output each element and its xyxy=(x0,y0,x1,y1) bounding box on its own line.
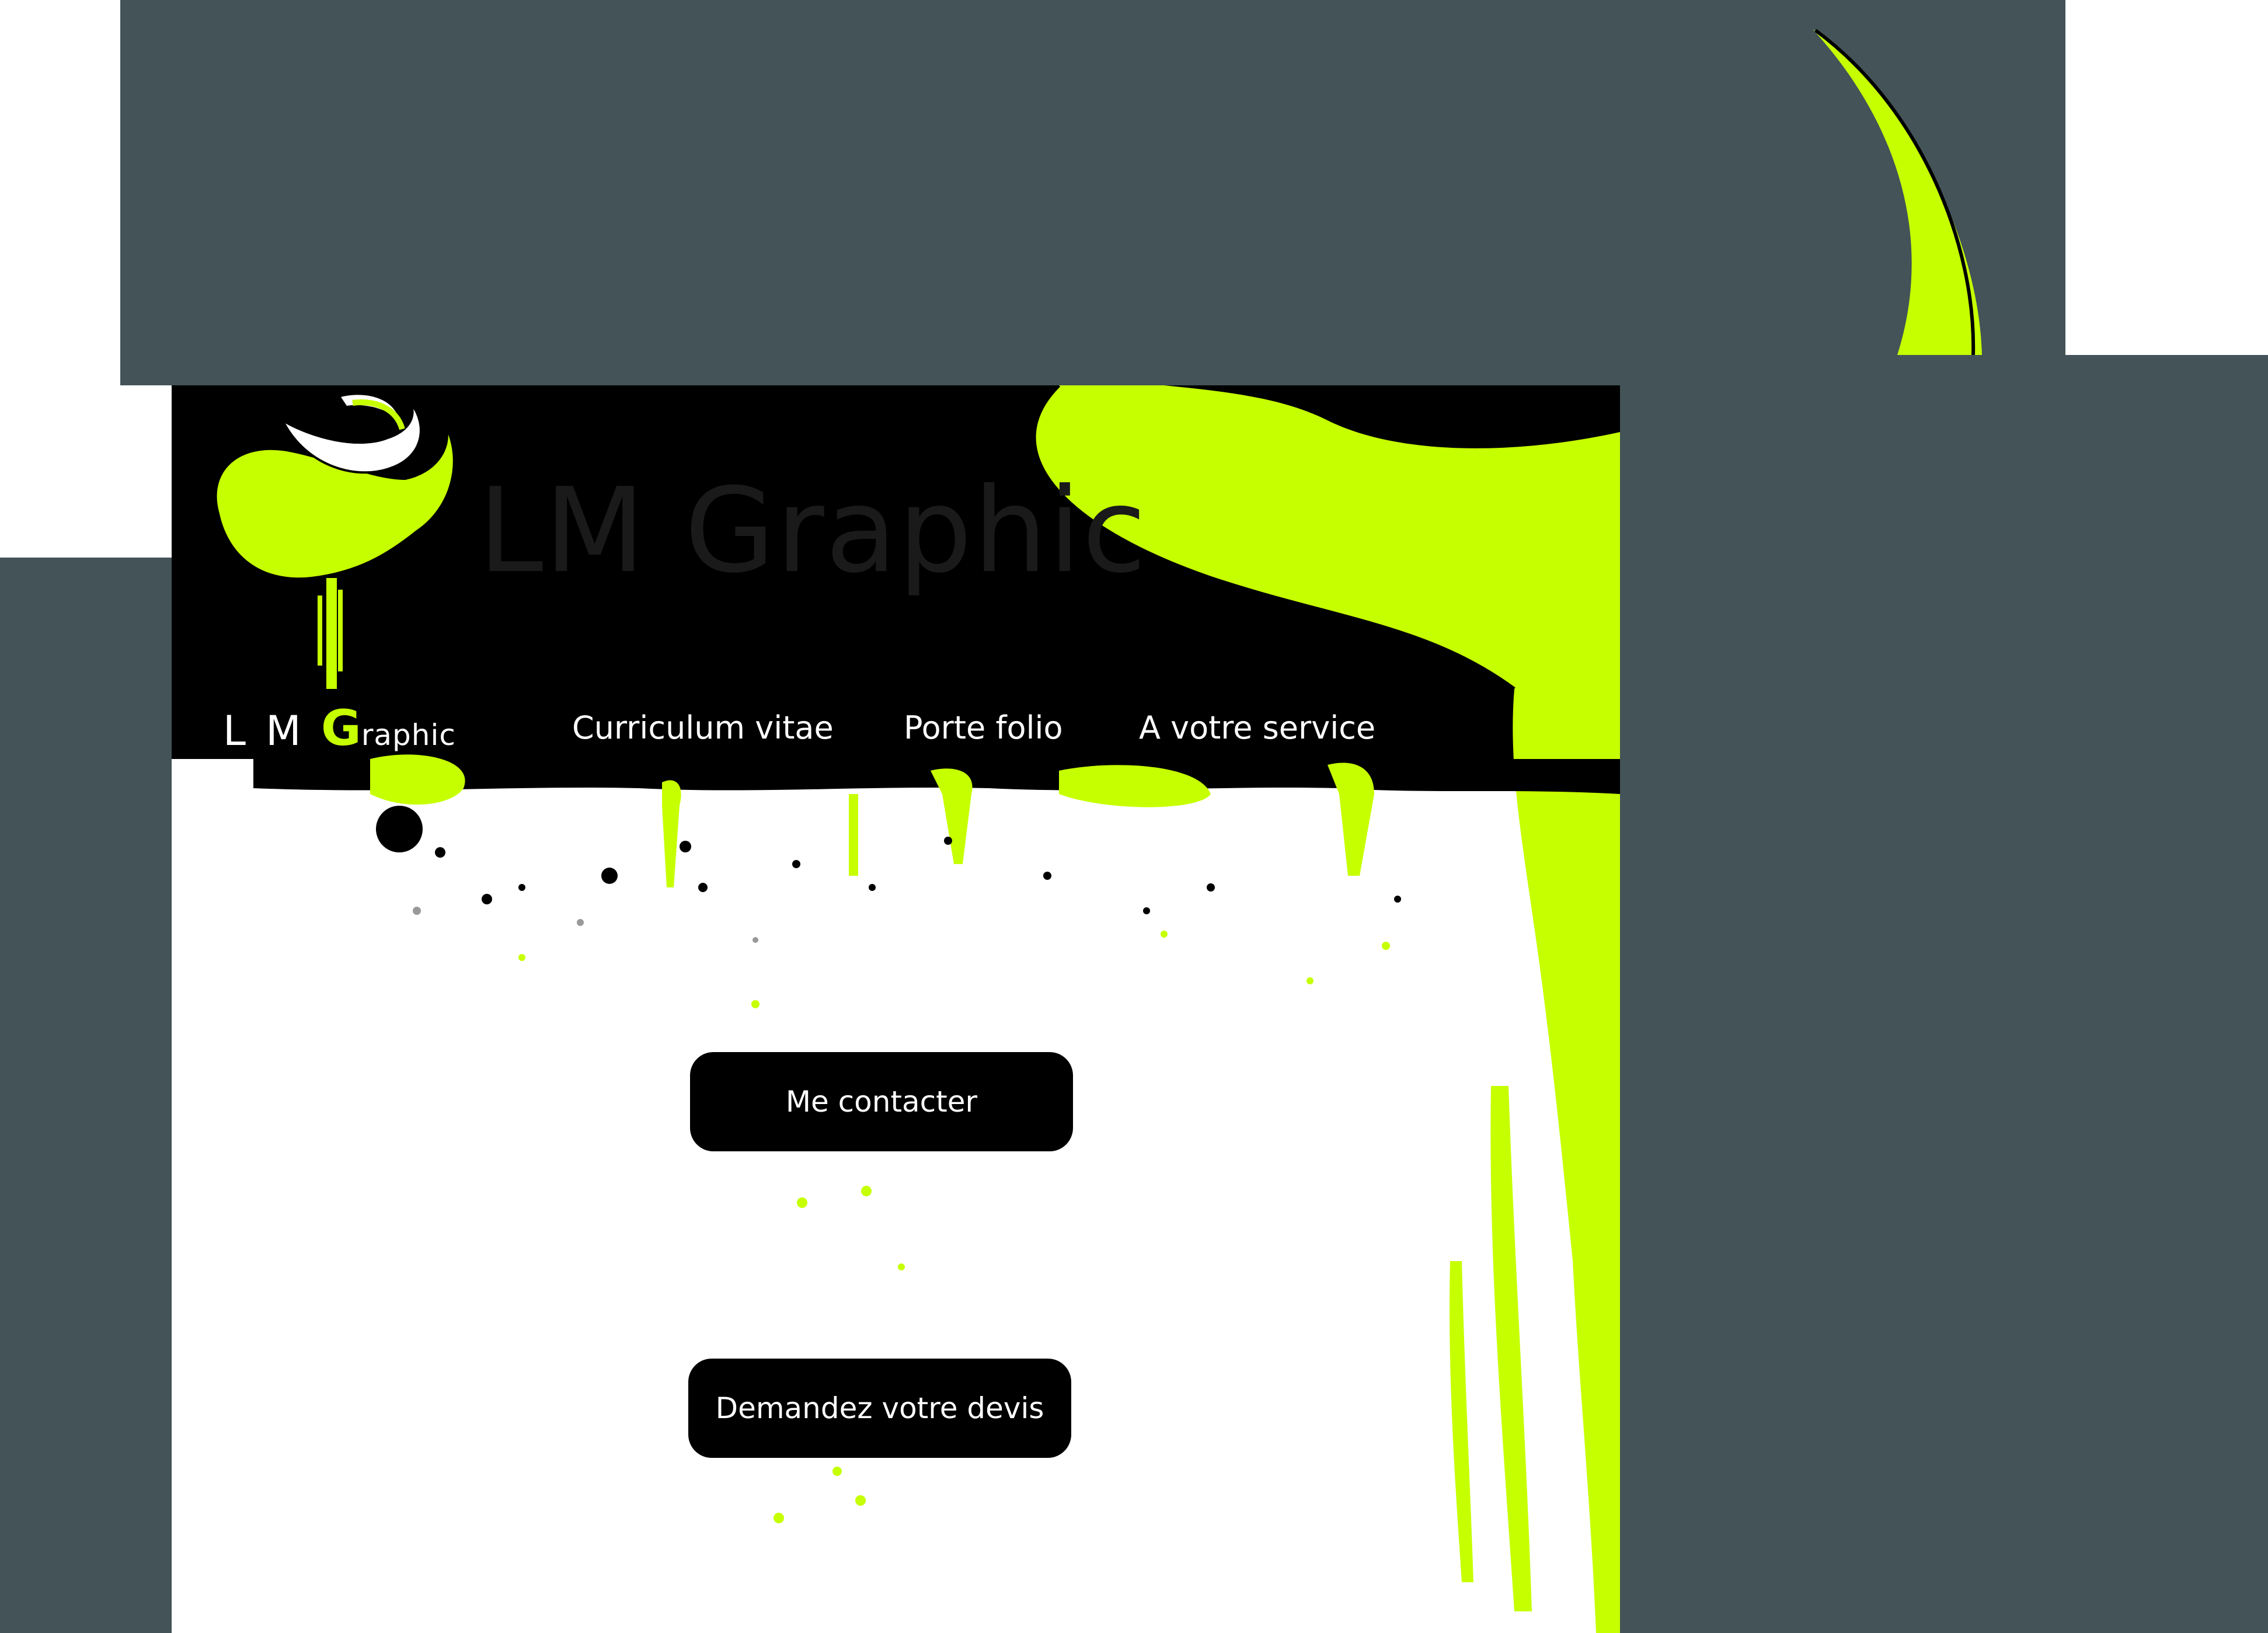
brand-g: G xyxy=(320,699,361,757)
nav-porte-folio[interactable]: Porte folio xyxy=(904,712,1063,744)
nav-curriculum-vitae[interactable]: Curriculum vitae xyxy=(572,712,834,744)
quote-request-button-label: Demandez votre devis xyxy=(715,1391,1044,1425)
slate-background-left xyxy=(0,558,172,1633)
nav-a-votre-service[interactable]: A votre service xyxy=(1139,712,1375,744)
contact-button[interactable]: Me contacter xyxy=(690,1052,1073,1151)
page-panel: LM Graphic L M Graphic Curriculum vitae … xyxy=(172,385,1620,1633)
quote-request-button[interactable]: Demandez votre devis xyxy=(688,1359,1071,1458)
brand-logo-text[interactable]: L M Graphic xyxy=(223,704,456,753)
slate-background-top xyxy=(120,0,2065,385)
brand-rest: raphic xyxy=(361,718,456,752)
contact-button-label: Me contacter xyxy=(785,1085,978,1119)
watermark-title: LM Graphic xyxy=(478,463,1148,599)
brand-lm: L M xyxy=(223,707,321,755)
slate-background-right xyxy=(1620,355,2268,1633)
